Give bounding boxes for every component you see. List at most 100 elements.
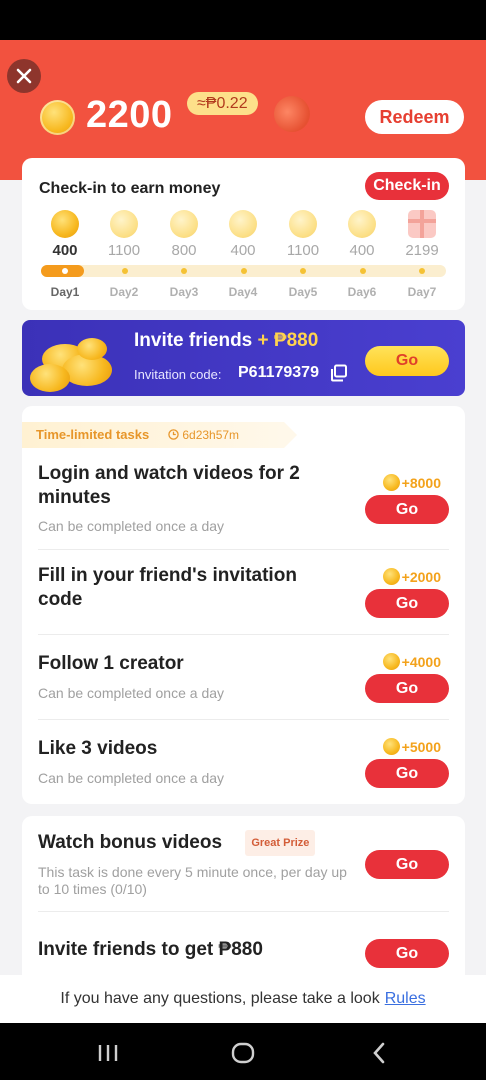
checkin-progress-track (41, 265, 446, 277)
gift-icon (408, 210, 436, 238)
task-subtitle: This task is done every 5 minute once, p… (38, 864, 347, 897)
divider (38, 634, 449, 635)
system-navigation-bar (0, 1023, 486, 1080)
checkin-day-amount: 400 (52, 242, 78, 259)
rules-footer: If you have any questions, please take a… (0, 975, 486, 1023)
coin-icon (382, 568, 400, 585)
invitation-code: P61179379 (238, 364, 319, 381)
task-item: Invite friends to get ₱880 Go (38, 938, 449, 968)
checkin-day-amount: 1100 (107, 242, 141, 259)
invite-title: Invite friends + ₱880 (134, 330, 318, 352)
task-go-button[interactable]: Go (365, 939, 449, 968)
task-item: Like 3 videos Can be completed once a da… (38, 737, 449, 788)
close-button[interactable] (7, 59, 41, 93)
task-reward-amount: +5000 (401, 738, 441, 755)
coin-icon (382, 474, 400, 491)
task-title: Like 3 videos (38, 738, 158, 759)
task-reward: +8000 (382, 474, 441, 491)
checkin-day-amount: 400 (230, 242, 256, 259)
checkin-day-4: 400 Day4 (213, 210, 273, 299)
coin-icon (170, 210, 198, 238)
checkin-day-6: 400 Day6 (332, 210, 392, 299)
task-reward-amount: +2000 (401, 568, 441, 585)
time-limited-tasks-card: Time-limited tasks 6d23h57m Login and wa… (22, 406, 465, 804)
coin-icon (110, 210, 138, 238)
progress-dot (360, 268, 366, 274)
coin-icon (229, 210, 257, 238)
task-title-row: Watch bonus videos Great Prize (38, 830, 378, 856)
invite-reward: + ₱880 (257, 330, 319, 351)
checkin-day-amount: 800 (171, 242, 197, 259)
checkin-day-2: 1100 Day2 (94, 210, 154, 299)
invite-go-button[interactable]: Go (365, 346, 449, 376)
divider (38, 911, 449, 912)
task-reward: +4000 (382, 653, 441, 670)
copy-icon[interactable] (330, 364, 348, 382)
task-title: Watch bonus videos (38, 832, 223, 854)
home-icon[interactable] (229, 1039, 257, 1067)
status-bar (0, 0, 486, 40)
clock-icon (168, 429, 179, 440)
coin-icon (348, 210, 376, 238)
time-limited-tag: Time-limited tasks 6d23h57m (22, 422, 297, 448)
checkin-day-label: Day7 (407, 285, 437, 299)
recent-apps-icon[interactable] (94, 1039, 122, 1067)
progress-dot (241, 268, 247, 274)
task-title: Login and watch videos for 2 minutes (38, 463, 300, 508)
coin-pile-icon (22, 330, 132, 396)
progress-dot (62, 268, 68, 274)
coin-icon (289, 210, 317, 238)
invite-banner[interactable]: Invite friends + ₱880 Invitation code: P… (22, 320, 465, 396)
divider (38, 549, 449, 550)
task-title: Invite friends to get ₱880 (38, 939, 263, 960)
task-go-button[interactable]: Go (365, 495, 449, 524)
invitation-code-label: Invitation code: (134, 367, 222, 382)
task-reward: +2000 (382, 568, 441, 585)
bonus-tasks-card: Watch bonus videos Great Prize This task… (22, 816, 465, 996)
close-icon (16, 68, 32, 84)
checkin-day-7: 2199 Day7 (392, 210, 452, 299)
redeem-button[interactable]: Redeem (365, 100, 464, 134)
time-limited-label: Time-limited tasks (36, 427, 150, 442)
task-title: Follow 1 creator (38, 653, 184, 674)
checkin-day-amount: 1100 (286, 242, 320, 259)
coin-icon (40, 100, 75, 135)
checkin-title: Check-in to earn money (39, 180, 221, 197)
checkin-day-label: Day5 (288, 285, 318, 299)
checkin-day-label: Day1 (50, 285, 80, 299)
checkin-day-label: Day3 (169, 285, 199, 299)
coin-icon (382, 738, 400, 755)
task-title: Fill in your friend's invitation code (38, 565, 297, 610)
checkin-day-amount: 400 (349, 242, 375, 259)
checkin-day-label: Day4 (228, 285, 258, 299)
progress-dot (419, 268, 425, 274)
back-icon[interactable] (365, 1039, 393, 1067)
task-reward-amount: +8000 (401, 474, 441, 491)
great-prize-badge: Great Prize (245, 830, 316, 856)
task-reward-amount: +4000 (401, 653, 441, 670)
divider (38, 719, 449, 720)
task-go-button[interactable]: Go (365, 850, 449, 879)
time-limited-timer: 6d23h57m (168, 428, 239, 442)
invite-title-text: Invite friends (134, 330, 253, 351)
coin-icon (382, 653, 400, 670)
checkin-day-label: Day6 (347, 285, 377, 299)
checkin-button[interactable]: Check-in (365, 172, 449, 200)
checkin-day-amount: 2199 (405, 242, 439, 259)
time-limited-timer-text: 6d23h57m (182, 428, 240, 442)
task-reward: +5000 (382, 738, 441, 755)
task-item: Fill in your friend's invitation code +2… (38, 564, 449, 618)
rules-link[interactable]: Rules (385, 990, 426, 1008)
coin-icon (51, 210, 79, 238)
checkin-day-5: 1100 Day5 (273, 210, 333, 299)
task-item: Login and watch videos for 2 minutes Can… (38, 462, 449, 534)
task-go-button[interactable]: Go (365, 589, 449, 618)
task-go-button[interactable]: Go (365, 674, 449, 703)
checkin-day-1: 400 Day1 (35, 210, 95, 299)
progress-dot (300, 268, 306, 274)
footer-text: If you have any questions, please take a… (60, 990, 380, 1007)
coin-balance: 2200 (86, 94, 173, 136)
checkin-card: Check-in to earn money Check-in 400 Day1… (22, 158, 465, 310)
checkin-day-3: 800 Day3 (154, 210, 214, 299)
task-go-button[interactable]: Go (365, 759, 449, 788)
